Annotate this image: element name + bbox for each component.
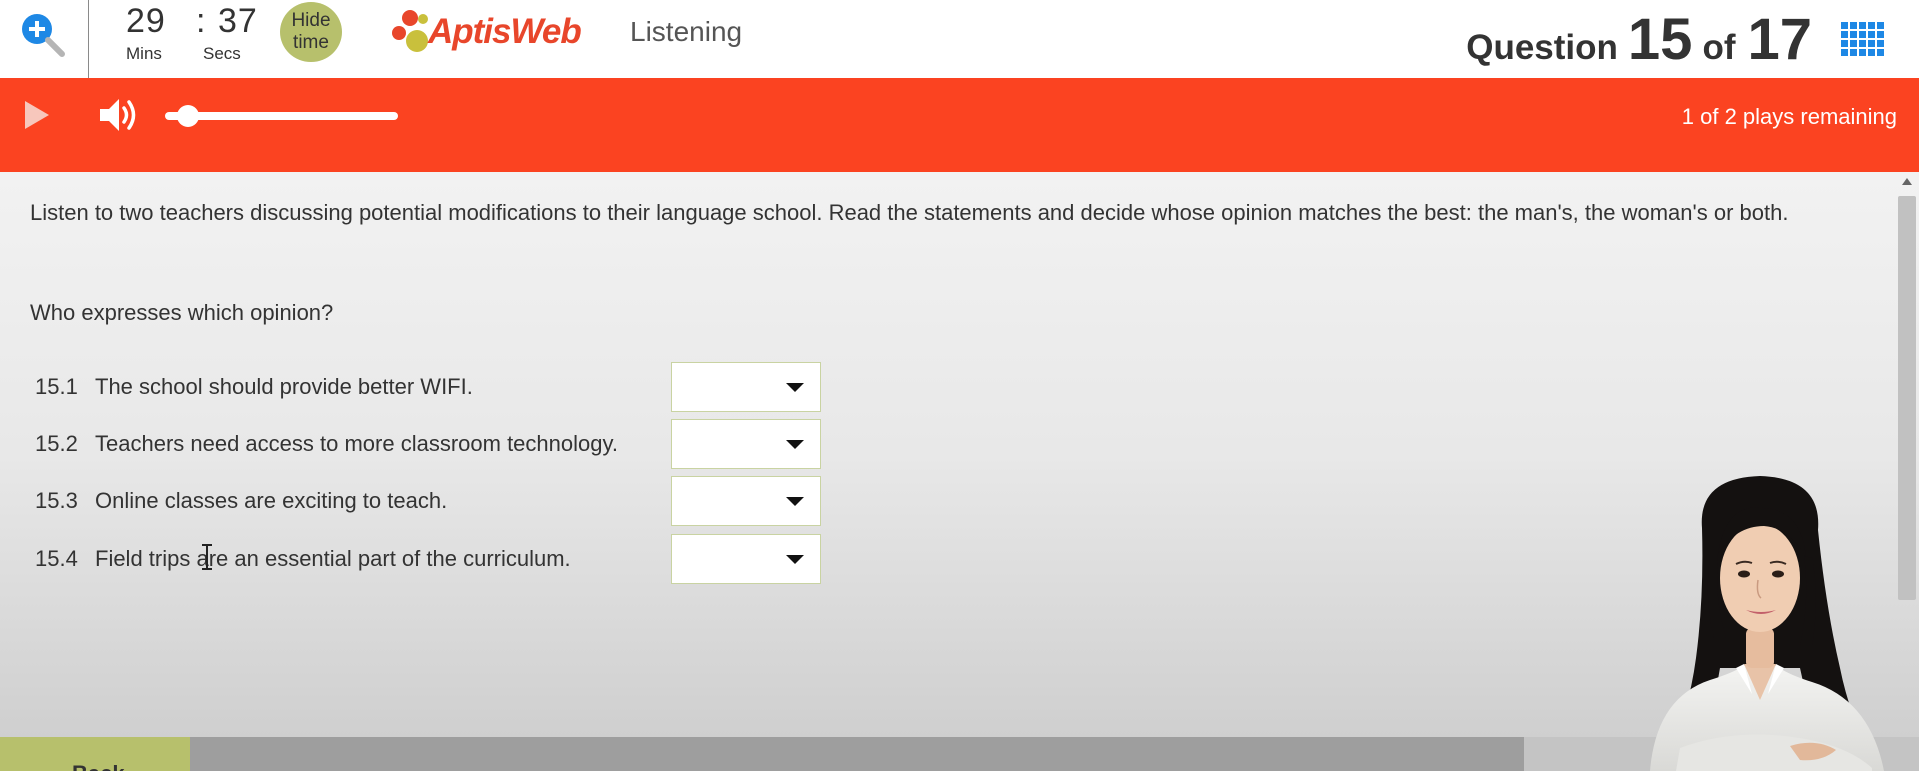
answer-dropdown[interactable] bbox=[671, 362, 821, 412]
scroll-up-arrow-icon[interactable] bbox=[1902, 178, 1912, 185]
timer-minutes-label: Mins bbox=[126, 44, 162, 63]
question-content: Listen to two teachers discussing potent… bbox=[0, 172, 1919, 737]
chevron-down-icon bbox=[786, 555, 804, 564]
back-button[interactable]: Back bbox=[0, 737, 190, 771]
zoom-in-icon bbox=[22, 14, 65, 57]
question-row: 15.3 Online classes are exciting to teac… bbox=[35, 476, 825, 526]
answer-dropdown[interactable] bbox=[671, 476, 821, 526]
volume-button[interactable] bbox=[98, 96, 140, 134]
logo-dots-icon bbox=[390, 8, 432, 58]
question-number: 15.3 bbox=[35, 488, 78, 513]
question-number: 15.2 bbox=[35, 431, 78, 456]
question-statement: The school should provide better WIFI. bbox=[95, 374, 473, 399]
top-header: 29 : 37 Mins Secs Hide time AptisWeb Lis… bbox=[0, 0, 1919, 78]
question-word: Question bbox=[1466, 28, 1618, 67]
question-counter: Question 15 of 17 bbox=[1466, 6, 1812, 72]
hide-time-label-line2: time bbox=[293, 32, 329, 53]
bottom-navigation-bar: Back bbox=[0, 737, 1919, 771]
question-number: 15.1 bbox=[35, 374, 78, 399]
timer-minutes: 29 bbox=[126, 2, 166, 40]
volume-slider[interactable] bbox=[165, 105, 398, 127]
grid-icon bbox=[1841, 22, 1848, 29]
question-statement: Online classes are exciting to teach. bbox=[95, 488, 448, 513]
countdown-timer: 29 : 37 Mins Secs bbox=[118, 2, 258, 66]
answer-dropdown[interactable] bbox=[671, 419, 821, 469]
text-cursor-icon bbox=[202, 544, 212, 570]
instructions-text: Listen to two teachers discussing potent… bbox=[30, 200, 1789, 225]
question-grid-button[interactable] bbox=[1841, 22, 1887, 58]
hide-time-label-line1: Hide bbox=[291, 10, 331, 31]
zoom-in-button[interactable] bbox=[18, 12, 70, 57]
back-button-label: Back bbox=[72, 761, 125, 771]
plays-remaining-text: 1 of 2 plays remaining bbox=[1681, 104, 1897, 129]
question-statement: Teachers need access to more classroom t… bbox=[95, 431, 618, 456]
question-of: of bbox=[1702, 28, 1736, 67]
timer-seconds-label: Secs bbox=[203, 44, 241, 63]
chevron-down-icon bbox=[786, 440, 804, 449]
audio-player-bar: 1 of 2 plays remaining bbox=[0, 78, 1919, 172]
question-row: 15.4 Field trips are an essential part o… bbox=[35, 534, 825, 584]
volume-slider-handle[interactable] bbox=[177, 105, 200, 127]
play-icon bbox=[25, 101, 49, 129]
logo-wordmark: AptisWeb bbox=[428, 12, 582, 51]
hide-time-button[interactable]: Hide time bbox=[280, 2, 342, 62]
answer-dropdown[interactable] bbox=[671, 534, 821, 584]
speaker-icon bbox=[100, 99, 136, 131]
aptis-logo: AptisWeb bbox=[390, 8, 590, 58]
question-statement: Field trips are an essential part of the… bbox=[95, 546, 571, 571]
question-row: 15.1 The school should provide better WI… bbox=[35, 362, 825, 412]
scrollbar-thumb[interactable] bbox=[1898, 196, 1916, 600]
chevron-down-icon bbox=[786, 383, 804, 392]
question-prompt: Who expresses which opinion? bbox=[30, 300, 334, 325]
timer-separator: : bbox=[196, 2, 206, 40]
timer-seconds: 37 bbox=[218, 2, 258, 40]
presenter-video-image bbox=[1650, 476, 1884, 771]
play-button[interactable] bbox=[22, 98, 52, 132]
current-question-number: 15 bbox=[1627, 7, 1693, 72]
chevron-down-icon bbox=[786, 497, 804, 506]
question-number: 15.4 bbox=[35, 546, 78, 571]
question-row: 15.2 Teachers need access to more classr… bbox=[35, 419, 825, 469]
total-questions: 17 bbox=[1747, 7, 1812, 72]
header-divider bbox=[88, 0, 89, 78]
section-title: Listening bbox=[630, 16, 743, 47]
